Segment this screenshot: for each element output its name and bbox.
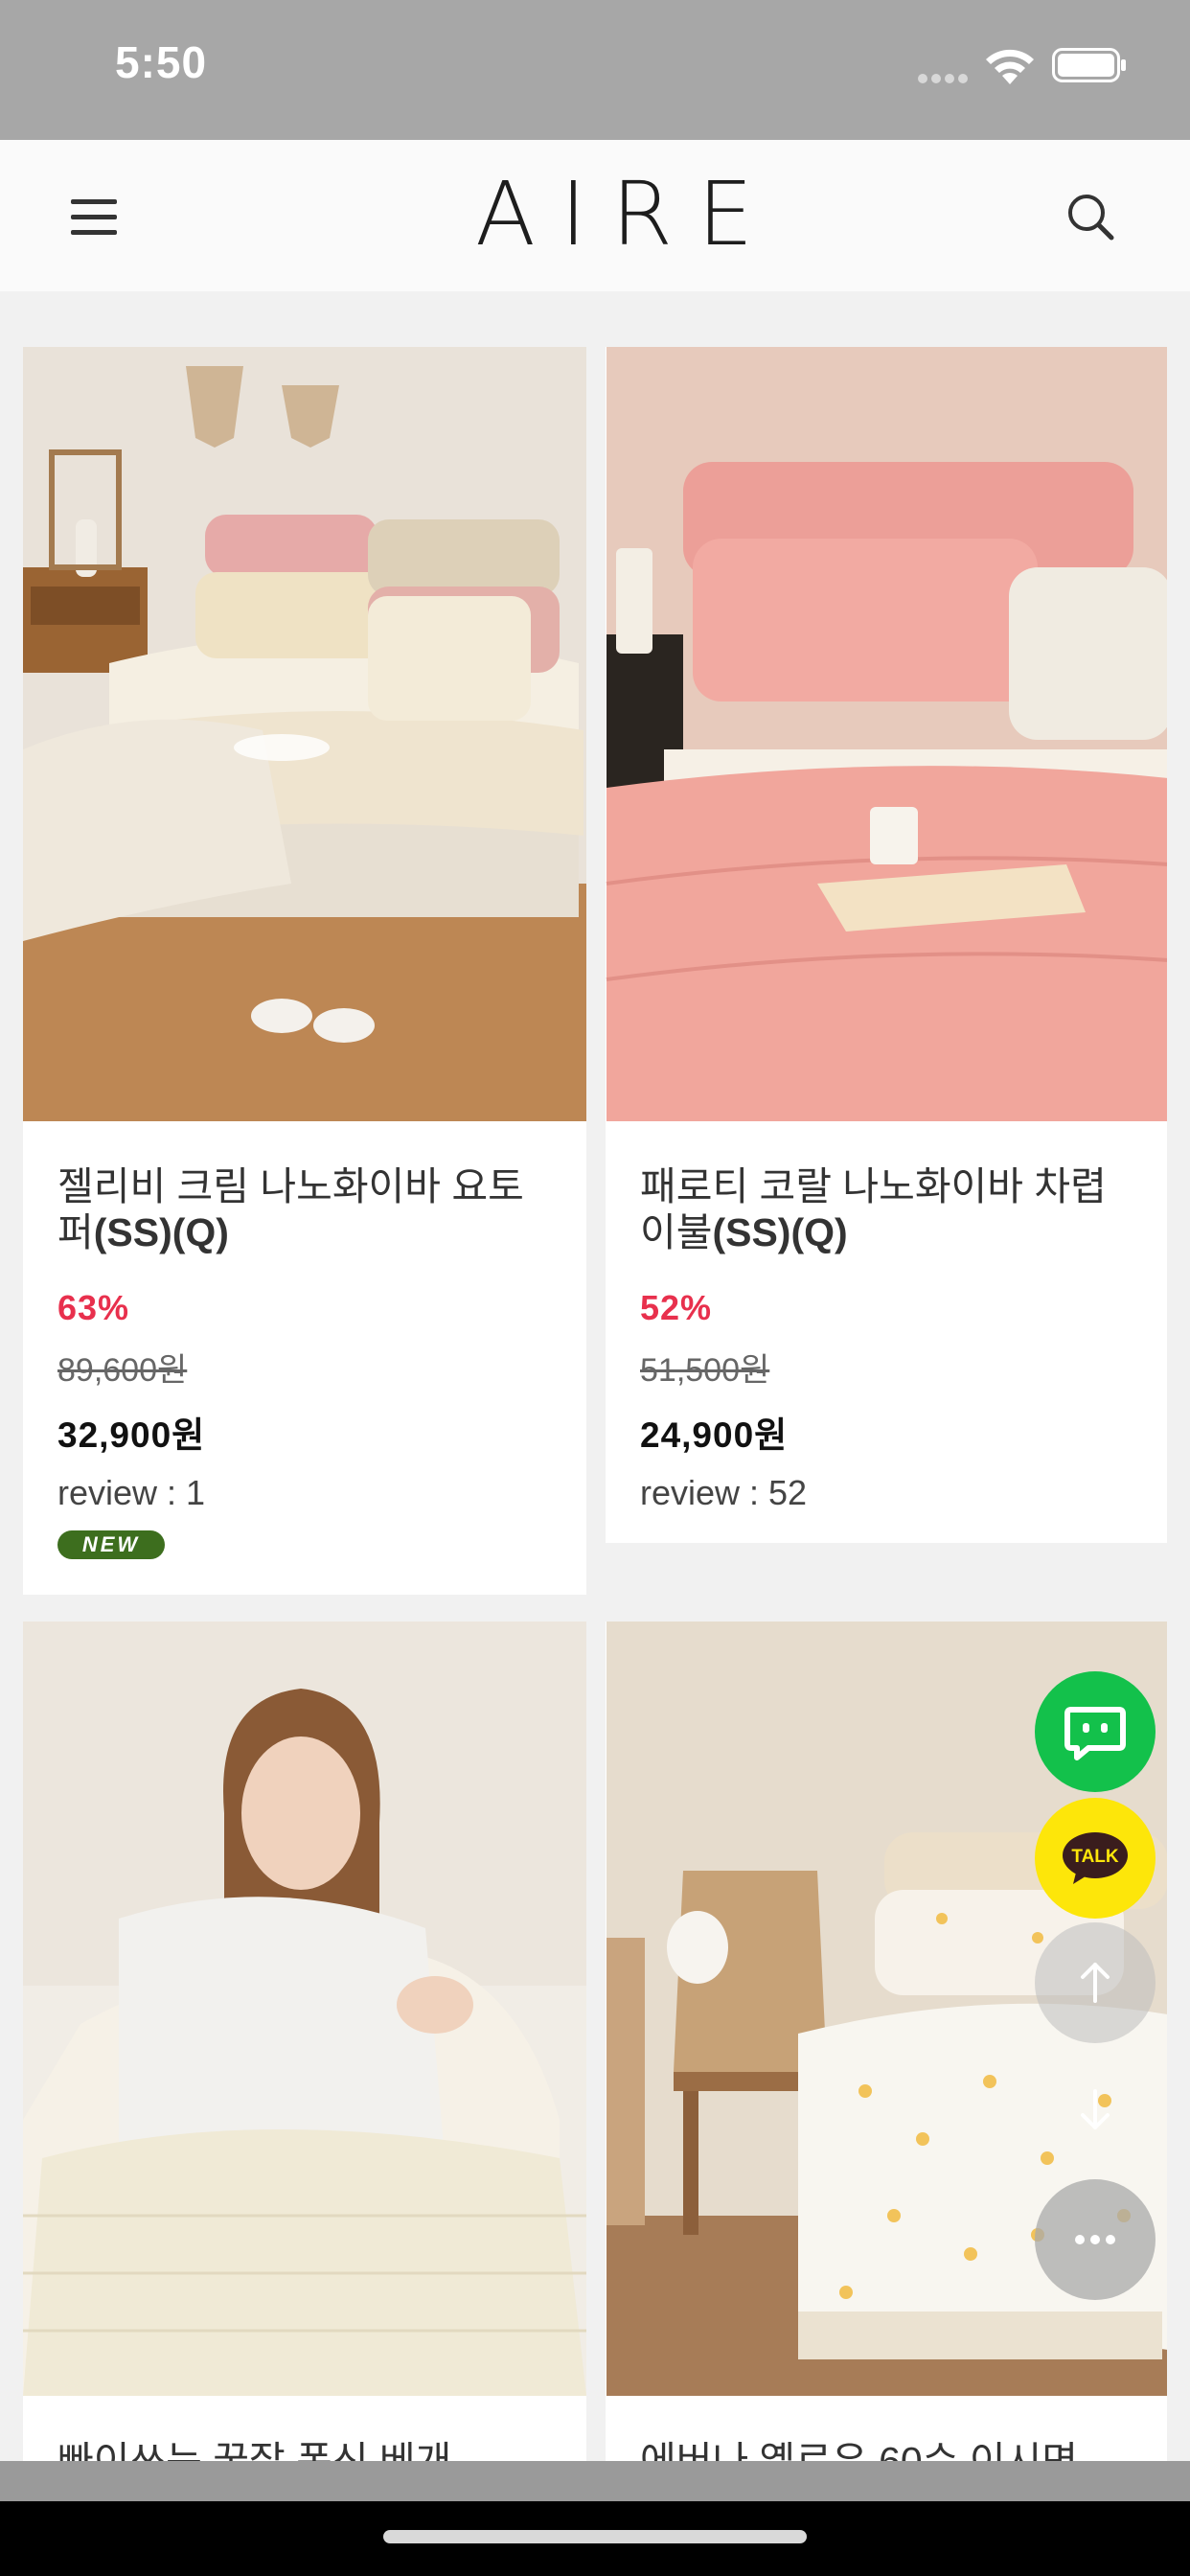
- product-name[interactable]: 젤리비 크림 나노화이바 요토퍼(SS)(Q): [57, 1163, 556, 1255]
- discount-rate: 63%: [57, 1288, 130, 1327]
- wifi-icon: [986, 49, 1034, 84]
- brand-logo[interactable]: AIRE: [450, 167, 753, 263]
- chat-button[interactable]: [1035, 1671, 1156, 1792]
- original-price: 89,600원: [57, 1352, 188, 1389]
- search-icon[interactable]: [1054, 180, 1127, 253]
- product-info: 젤리비 크림 나노화이바 요토퍼(SS)(Q) 63% 89,600원 32,9…: [57, 1121, 556, 1559]
- kakaotalk-icon: TALK: [1063, 1832, 1128, 1884]
- more-options-button[interactable]: [1035, 2179, 1156, 2300]
- more-horizontal-icon: [1075, 2235, 1115, 2244]
- cellular-signal-icon: [918, 71, 972, 83]
- product-image[interactable]: [23, 1622, 586, 2396]
- product-image[interactable]: [23, 347, 586, 1121]
- arrow-up-icon: [1081, 1963, 1110, 2003]
- review-count: review : 52: [640, 1473, 808, 1512]
- app-header: AIRE: [0, 140, 1190, 291]
- chat-icon: [1064, 1707, 1126, 1760]
- product-image[interactable]: [606, 347, 1167, 1121]
- status-bar: 5:50: [0, 0, 1190, 140]
- status-time: 5:50: [115, 37, 208, 87]
- product-info: 패로티 코랄 나노화이바 차렵이불(SS)(Q) 52% 51,500원 24,…: [640, 1121, 1138, 1513]
- new-badge: NEW: [57, 1530, 165, 1559]
- product-card[interactable]: 젤리비 크림 나노화이바 요토퍼(SS)(Q) 63% 89,600원 32,9…: [23, 347, 586, 1595]
- kakaotalk-button[interactable]: TALK: [1035, 1798, 1156, 1919]
- battery-icon: [1052, 48, 1126, 82]
- original-price: 51,500원: [640, 1352, 770, 1389]
- product-card[interactable]: 빠이쓰는 꿈잘 폭신 베개: [23, 1622, 586, 2484]
- arrow-down-icon: [1081, 2089, 1110, 2129]
- product-card[interactable]: 패로티 코랄 나노화이바 차렵이불(SS)(Q) 52% 51,500원 24,…: [606, 347, 1167, 1543]
- scroll-top-button[interactable]: [1035, 1922, 1156, 2043]
- product-name[interactable]: 패로티 코랄 나노화이바 차렵이불(SS)(Q): [640, 1163, 1138, 1255]
- scroll-bottom-button[interactable]: [1035, 2049, 1156, 2170]
- sale-price: 32,900원: [57, 1415, 206, 1455]
- sale-price: 24,900원: [640, 1415, 789, 1455]
- review-count: review : 1: [57, 1473, 206, 1512]
- home-indicator[interactable]: [383, 2530, 807, 2543]
- discount-rate: 52%: [640, 1288, 713, 1327]
- bottom-toolbar: [0, 2461, 1190, 2501]
- talk-label: TALK: [1071, 1847, 1119, 1867]
- hamburger-menu-icon[interactable]: [57, 180, 130, 253]
